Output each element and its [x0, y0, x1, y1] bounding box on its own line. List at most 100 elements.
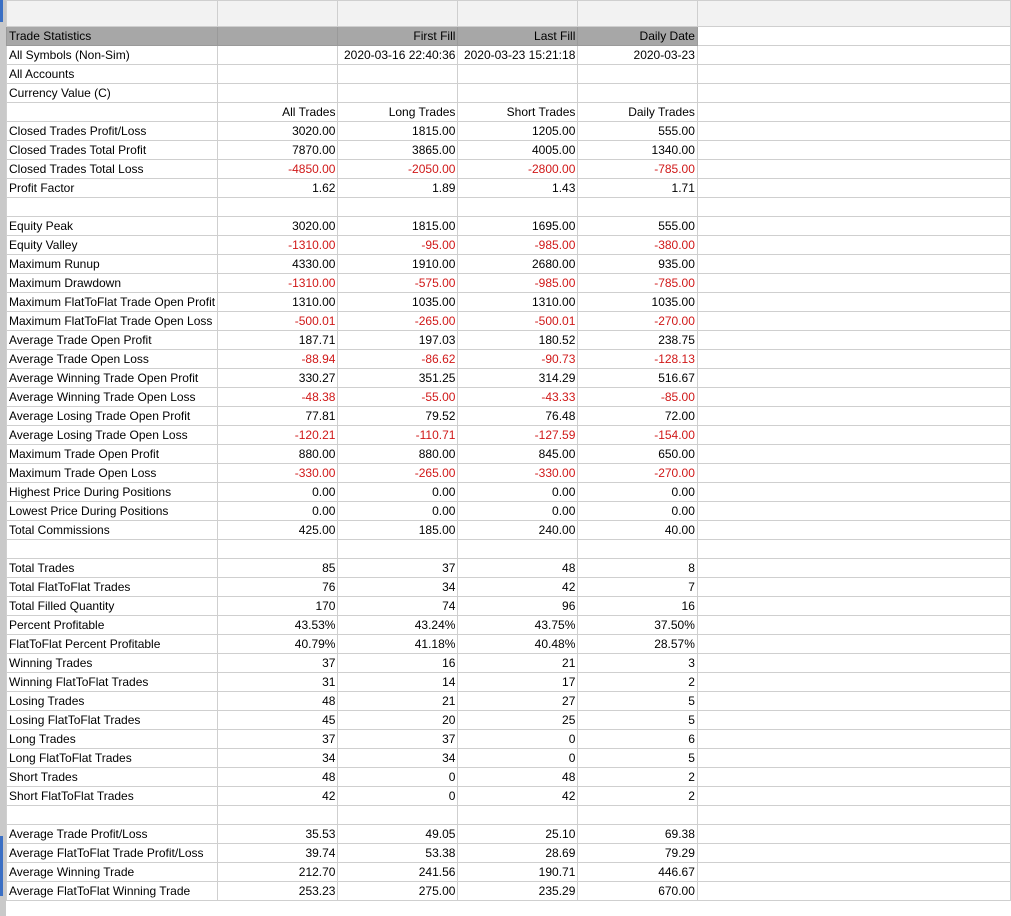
empty-cell[interactable]	[577, 539, 698, 559]
stat-value[interactable]: 5	[577, 710, 698, 730]
stat-value[interactable]: -88.94	[217, 349, 339, 369]
stat-value[interactable]: 670.00	[577, 881, 698, 901]
stat-value[interactable]: -985.00	[457, 273, 579, 293]
info-label[interactable]: All Symbols (Non-Sim)	[5, 45, 219, 65]
stat-value[interactable]: 516.67	[577, 368, 698, 388]
stat-value[interactable]: 935.00	[577, 254, 698, 274]
stat-value[interactable]: -95.00	[337, 235, 459, 255]
stat-value[interactable]: 650.00	[577, 444, 698, 464]
stat-label[interactable]: Equity Valley	[5, 235, 219, 255]
stat-value[interactable]: 21	[457, 653, 579, 673]
stat-label[interactable]: Closed Trades Total Loss	[5, 159, 219, 179]
stat-value[interactable]: 425.00	[217, 520, 339, 540]
stat-value[interactable]: 0	[337, 786, 459, 806]
stat-value[interactable]: 7	[577, 577, 698, 597]
empty-cell[interactable]	[457, 197, 579, 217]
empty-cell[interactable]	[696, 824, 1011, 844]
stat-value[interactable]: 2	[577, 786, 698, 806]
stat-value[interactable]: 3	[577, 653, 698, 673]
stat-value[interactable]: 0.00	[217, 482, 339, 502]
empty-cell[interactable]	[577, 805, 698, 825]
stat-value[interactable]: 2	[577, 767, 698, 787]
stat-value[interactable]: 3865.00	[337, 140, 459, 160]
stat-value[interactable]: -1310.00	[217, 273, 339, 293]
stat-value[interactable]: 1.71	[577, 178, 698, 198]
info-value[interactable]: 2020-03-23	[577, 45, 698, 65]
empty-cell[interactable]	[696, 292, 1011, 312]
stat-value[interactable]: 0.00	[217, 501, 339, 521]
stat-label[interactable]: Maximum Trade Open Loss	[5, 463, 219, 483]
stat-value[interactable]: 555.00	[577, 216, 698, 236]
empty-cell[interactable]	[696, 672, 1011, 692]
stat-value[interactable]: 48	[457, 558, 579, 578]
empty-cell[interactable]	[696, 501, 1011, 521]
empty-cell[interactable]	[457, 539, 579, 559]
stat-label[interactable]: Average Winning Trade	[5, 862, 219, 882]
info-value[interactable]	[577, 83, 698, 103]
stat-label[interactable]: Profit Factor	[5, 178, 219, 198]
info-value[interactable]: 2020-03-16 22:40:36	[337, 45, 459, 65]
stat-value[interactable]: 39.74	[217, 843, 339, 863]
stat-value[interactable]: 37	[217, 729, 339, 749]
stat-value[interactable]: -55.00	[337, 387, 459, 407]
stat-value[interactable]: 28.69	[457, 843, 579, 863]
stat-value[interactable]: 4330.00	[217, 254, 339, 274]
stat-value[interactable]: -785.00	[577, 159, 698, 179]
stat-value[interactable]: 0.00	[577, 482, 698, 502]
empty-cell[interactable]	[696, 482, 1011, 502]
empty-cell[interactable]	[696, 539, 1011, 559]
stat-label[interactable]: Highest Price During Positions	[5, 482, 219, 502]
stat-label[interactable]: Average Winning Trade Open Profit	[5, 368, 219, 388]
stat-value[interactable]: -120.21	[217, 425, 339, 445]
empty-cell[interactable]	[696, 26, 1011, 46]
stat-label[interactable]: Total Filled Quantity	[5, 596, 219, 616]
stat-value[interactable]: 37	[337, 729, 459, 749]
stat-value[interactable]: -2800.00	[457, 159, 579, 179]
stat-value[interactable]: 16	[577, 596, 698, 616]
stat-value[interactable]: -85.00	[577, 387, 698, 407]
header-last-fill[interactable]: Last Fill	[457, 26, 579, 46]
stat-value[interactable]: -2050.00	[337, 159, 459, 179]
stat-value[interactable]: 34	[337, 748, 459, 768]
stat-value[interactable]: -270.00	[577, 311, 698, 331]
empty-cell[interactable]	[696, 729, 1011, 749]
empty-cell[interactable]	[696, 387, 1011, 407]
stat-value[interactable]: 53.38	[337, 843, 459, 863]
stat-value[interactable]: -985.00	[457, 235, 579, 255]
empty-cell[interactable]	[696, 311, 1011, 331]
stat-value[interactable]: 314.29	[457, 368, 579, 388]
empty-cell[interactable]	[696, 767, 1011, 787]
stat-value[interactable]: 25.10	[457, 824, 579, 844]
stat-value[interactable]: 0	[457, 729, 579, 749]
stat-value[interactable]: 253.23	[217, 881, 339, 901]
empty-cell[interactable]	[696, 45, 1011, 65]
empty-cell[interactable]	[696, 862, 1011, 882]
stat-value[interactable]: -1310.00	[217, 235, 339, 255]
stat-value[interactable]: 69.38	[577, 824, 698, 844]
stat-value[interactable]: -270.00	[577, 463, 698, 483]
stat-value[interactable]: 212.70	[217, 862, 339, 882]
stat-value[interactable]: 45	[217, 710, 339, 730]
info-value[interactable]	[337, 64, 459, 84]
stat-label[interactable]: Winning Trades	[5, 653, 219, 673]
empty-cell[interactable]	[696, 406, 1011, 426]
empty-cell[interactable]	[696, 102, 1011, 122]
empty-cell[interactable]	[696, 805, 1011, 825]
empty-cell[interactable]	[696, 615, 1011, 635]
cell-top[interactable]	[5, 0, 219, 27]
stat-label[interactable]: Maximum Trade Open Profit	[5, 444, 219, 464]
stat-value[interactable]: 0.00	[457, 501, 579, 521]
stat-value[interactable]: 240.00	[457, 520, 579, 540]
stat-value[interactable]: 31	[217, 672, 339, 692]
stat-value[interactable]: -380.00	[577, 235, 698, 255]
stat-value[interactable]: 0	[337, 767, 459, 787]
col-header-daily-trades[interactable]: Daily Trades	[577, 102, 698, 122]
empty-cell[interactable]	[337, 805, 459, 825]
stat-label[interactable]: Total Trades	[5, 558, 219, 578]
stat-label[interactable]: Winning FlatToFlat Trades	[5, 672, 219, 692]
empty-cell[interactable]	[696, 558, 1011, 578]
stat-value[interactable]: -110.71	[337, 425, 459, 445]
stat-value[interactable]: 85	[217, 558, 339, 578]
stat-value[interactable]: 241.56	[337, 862, 459, 882]
empty-cell[interactable]	[696, 577, 1011, 597]
